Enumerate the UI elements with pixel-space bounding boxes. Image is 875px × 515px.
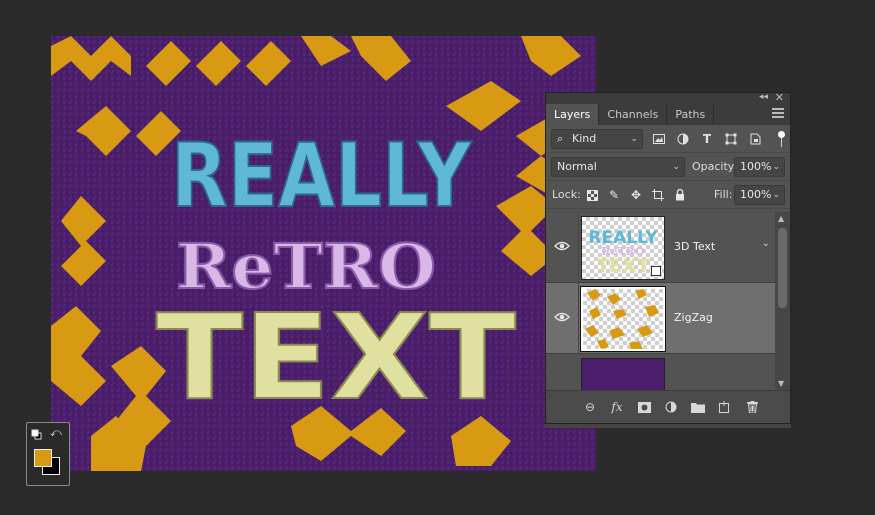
scroll-down-icon[interactable]: ▼ — [778, 379, 784, 388]
folder-icon[interactable] — [690, 399, 706, 415]
image-filter-icon[interactable] — [650, 130, 668, 148]
artwork: REALLY ReTRO TEXT — [51, 36, 596, 471]
fx-icon[interactable]: fx — [609, 399, 625, 415]
default-colors-icon[interactable] — [31, 429, 42, 440]
tab-paths[interactable]: Paths — [667, 104, 715, 125]
chevron-down-icon: ⌄ — [772, 190, 780, 200]
lock-position-icon[interactable]: ✥ — [628, 187, 644, 203]
thumbnail-line-3: TEXT — [596, 255, 650, 277]
blend-row: Normal ⌄ Opacity: 100% ⌄ — [546, 153, 790, 181]
layer-row-background[interactable] — [546, 354, 776, 390]
type-filter-icon[interactable]: T — [698, 130, 716, 148]
panel-bottom-edge — [545, 424, 791, 428]
tab-channels[interactable]: Channels — [599, 104, 668, 125]
chevron-down-icon: ⌄ — [772, 162, 780, 172]
layer-name[interactable]: 3D Text — [674, 240, 715, 253]
chevron-down-icon: ⌄ — [672, 162, 680, 172]
layer-name[interactable]: ZigZag — [674, 311, 713, 324]
search-icon: ⌕ — [557, 132, 564, 145]
filter-toggle[interactable] — [778, 131, 785, 147]
lock-image-icon[interactable]: ✎ — [606, 187, 622, 203]
foreground-color-swatch[interactable] — [34, 449, 52, 467]
layers-scrollbar[interactable]: ▲ ▼ — [775, 212, 790, 390]
swap-colors-icon[interactable]: ⤺ — [50, 427, 62, 438]
collapse-icon[interactable]: ◂◂ — [759, 92, 768, 102]
lock-label: Lock: — [552, 188, 581, 201]
blend-mode-dropdown[interactable]: Normal ⌄ — [551, 157, 685, 177]
layers-bottom-toolbar: ⊖ fx — [546, 390, 790, 423]
filter-row: ⌕ Kind ⌄ T — [546, 125, 790, 153]
opacity-value: 100% — [740, 160, 772, 173]
lock-row: Lock: ✎ ✥ Fill: 100% ⌄ — [546, 181, 790, 209]
lock-artboard-icon[interactable] — [650, 187, 666, 203]
blend-mode-value: Normal — [557, 160, 597, 173]
fill-label: Fill: — [714, 188, 733, 201]
panel-title-strip: ◂◂ ✕ — [546, 91, 790, 104]
link-icon[interactable]: ⊖ — [582, 399, 598, 415]
panel-menu-icon[interactable] — [772, 108, 784, 118]
layer-thumbnail: REALLY ReTRO TEXT — [581, 216, 665, 280]
lock-all-icon[interactable] — [672, 187, 688, 203]
opacity-label: Opacity: — [692, 160, 738, 173]
fill-field[interactable]: 100% ⌄ — [734, 185, 785, 205]
close-icon[interactable]: ✕ — [775, 91, 784, 104]
eye-icon[interactable] — [554, 240, 570, 252]
adjustment-icon[interactable] — [663, 399, 679, 415]
scroll-up-icon[interactable]: ▲ — [778, 214, 784, 223]
trash-icon[interactable] — [744, 399, 760, 415]
tab-layers[interactable]: Layers — [546, 104, 600, 125]
smartobject-badge-icon — [651, 266, 661, 276]
filter-kind-dropdown[interactable]: ⌕ Kind ⌄ — [551, 129, 643, 149]
layer-row-zigzag[interactable]: ZigZag — [546, 283, 776, 354]
fill-value: 100% — [740, 188, 772, 201]
layers-list: REALLY ReTRO TEXT 3D Text ⌄ ZigZag — [546, 212, 776, 390]
smartobject-filter-icon[interactable] — [746, 130, 764, 148]
panel-tabs: Layers Channels Paths — [546, 104, 790, 125]
artwork-line-3: TEXT — [156, 288, 516, 426]
adjustment-filter-icon[interactable] — [674, 130, 692, 148]
mask-icon[interactable] — [636, 399, 652, 415]
document-canvas[interactable]: REALLY ReTRO TEXT — [51, 36, 596, 471]
chevron-down-icon[interactable]: ⌄ — [762, 238, 770, 249]
layer-thumbnail — [581, 358, 665, 390]
opacity-field[interactable]: 100% ⌄ — [734, 157, 785, 177]
shape-filter-icon[interactable] — [722, 130, 740, 148]
chevron-down-icon: ⌄ — [630, 134, 638, 144]
color-swatches: ⤺ — [26, 422, 70, 486]
lock-transparent-icon[interactable] — [584, 187, 600, 203]
new-layer-icon[interactable] — [717, 399, 733, 415]
scroll-thumb[interactable] — [778, 228, 787, 308]
filter-kind-value: Kind — [572, 132, 597, 145]
layer-row-3d-text[interactable]: REALLY ReTRO TEXT 3D Text ⌄ — [546, 212, 776, 283]
eye-icon[interactable] — [554, 311, 570, 323]
layer-thumbnail — [580, 286, 666, 352]
artwork-line-1: REALLY — [171, 124, 472, 227]
layers-panel: ◂◂ ✕ Layers Channels Paths ⌕ Kind ⌄ T No… — [545, 91, 791, 424]
